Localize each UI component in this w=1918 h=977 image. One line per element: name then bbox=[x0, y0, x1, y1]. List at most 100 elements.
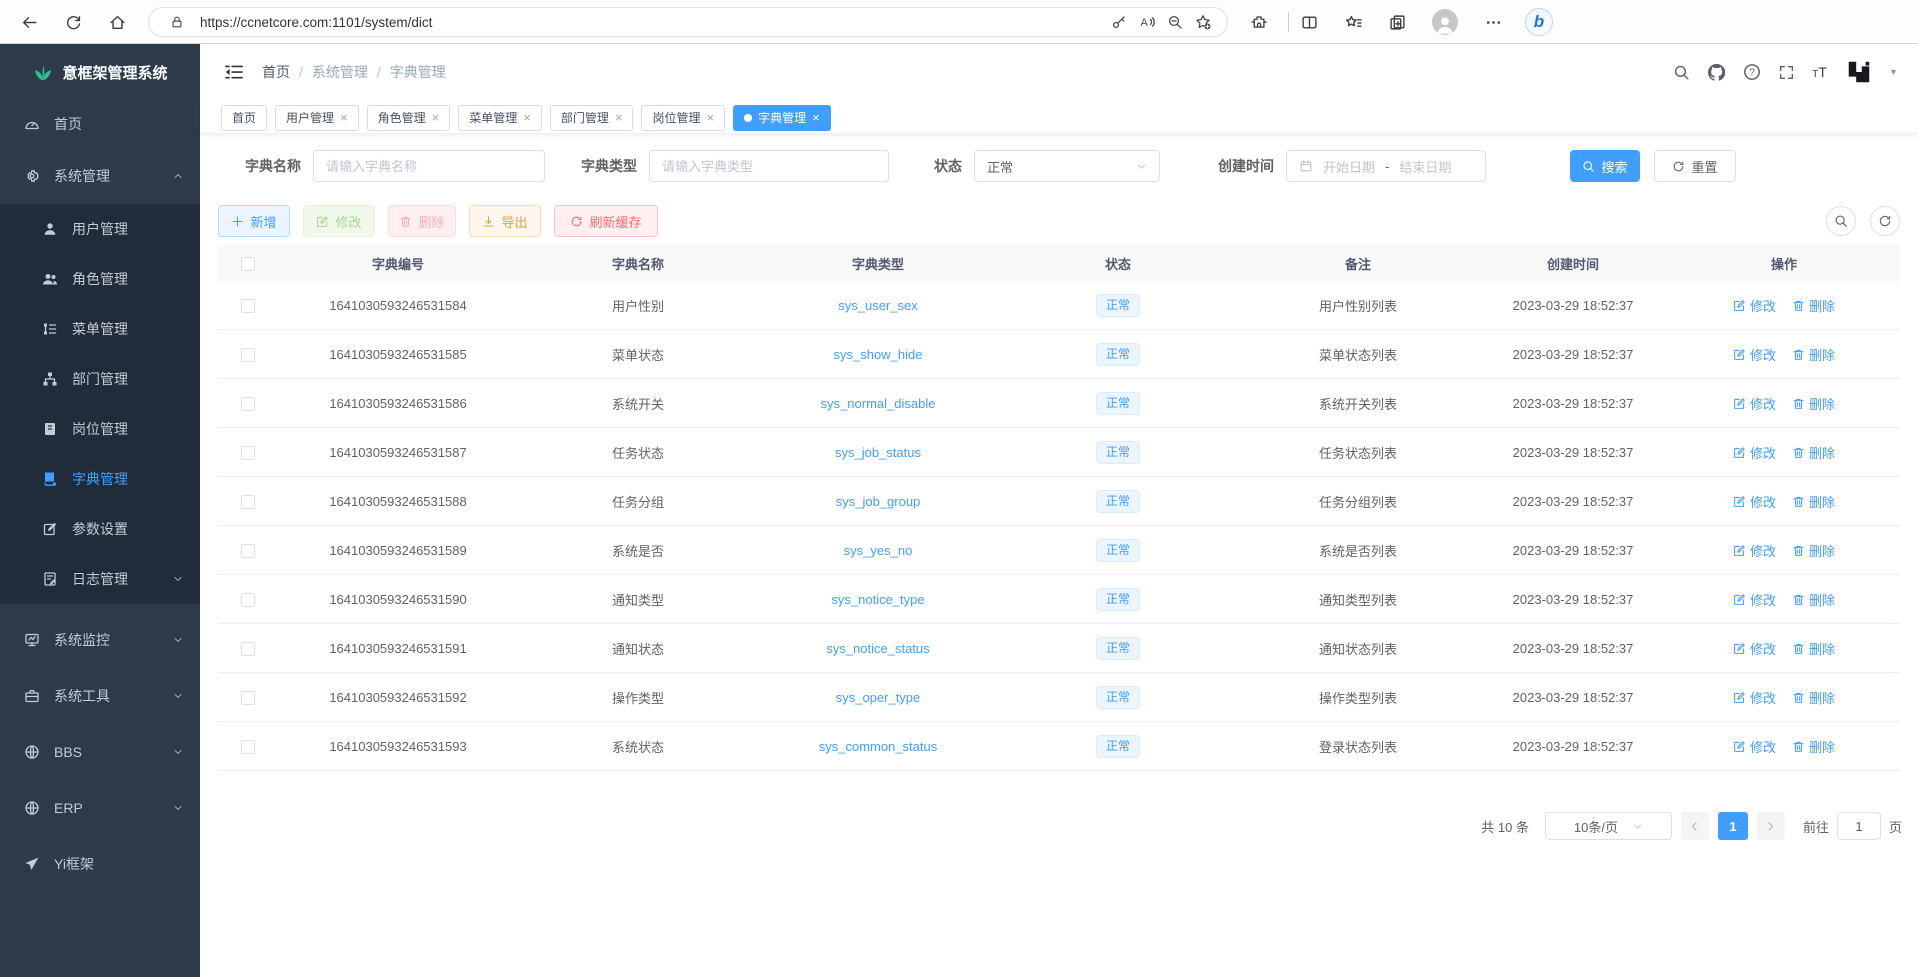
tab-close-icon[interactable]: × bbox=[432, 111, 440, 124]
row-checkbox[interactable] bbox=[241, 446, 255, 460]
toggle-search-button[interactable] bbox=[1826, 206, 1856, 236]
caret-down-icon[interactable]: ▾ bbox=[1891, 67, 1896, 78]
app-logo[interactable]: 意框架管理系统 bbox=[0, 44, 200, 100]
sidebar-fold-icon[interactable] bbox=[224, 62, 244, 82]
sidebar-item-dept-management[interactable]: 部门管理 bbox=[0, 354, 200, 404]
sidebar-item-system-tools[interactable]: 系统工具 bbox=[0, 668, 200, 724]
url-text[interactable]: https://ccnetcore.com:1101/system/dict bbox=[200, 15, 1105, 30]
add-button[interactable]: 新增 bbox=[218, 205, 290, 237]
prev-page-button[interactable] bbox=[1681, 812, 1709, 840]
row-edit-link[interactable]: 修改 bbox=[1733, 296, 1776, 315]
sidebar-item-system-management[interactable]: 系统管理 bbox=[0, 148, 200, 204]
status-select[interactable]: 正常 bbox=[974, 150, 1160, 182]
address-bar[interactable]: https://ccnetcore.com:1101/system/dict A bbox=[148, 7, 1228, 37]
dict-type-link[interactable]: sys_job_group bbox=[836, 494, 921, 509]
header-search-icon[interactable] bbox=[1673, 64, 1690, 81]
tab-角色管理[interactable]: 角色管理× bbox=[367, 105, 451, 131]
select-all-checkbox[interactable] bbox=[241, 257, 255, 271]
github-icon[interactable] bbox=[1707, 63, 1726, 82]
row-delete-link[interactable]: 删除 bbox=[1792, 737, 1835, 756]
dict-type-link[interactable]: sys_notice_type bbox=[831, 592, 924, 607]
row-checkbox[interactable] bbox=[241, 740, 255, 754]
font-size-icon[interactable]: TT bbox=[1812, 64, 1827, 80]
sidebar-item-system-monitor[interactable]: 系统监控 bbox=[0, 612, 200, 668]
read-aloud-icon[interactable]: A bbox=[1133, 8, 1161, 36]
sidebar-item-yi-framework[interactable]: Yi框架 bbox=[0, 836, 200, 892]
site-info-lock-icon[interactable] bbox=[163, 8, 191, 36]
row-checkbox[interactable] bbox=[241, 397, 255, 411]
sidebar-item-bbs[interactable]: BBS bbox=[0, 724, 200, 780]
breadcrumb-home[interactable]: 首页 bbox=[262, 62, 290, 82]
row-edit-link[interactable]: 修改 bbox=[1733, 590, 1776, 609]
row-delete-link[interactable]: 删除 bbox=[1792, 541, 1835, 560]
delete-button[interactable]: 删除 bbox=[388, 205, 456, 237]
reset-button[interactable]: 重置 bbox=[1654, 150, 1736, 182]
tab-菜单管理[interactable]: 菜单管理× bbox=[458, 105, 542, 131]
date-range-picker[interactable]: 开始日期 - 结束日期 bbox=[1286, 150, 1486, 182]
browser-more-menu-icon[interactable] bbox=[1476, 5, 1510, 39]
tab-close-icon[interactable]: × bbox=[615, 111, 623, 124]
dict-name-input[interactable] bbox=[326, 159, 532, 174]
dict-type-link[interactable]: sys_yes_no bbox=[844, 543, 913, 558]
help-icon[interactable]: ? bbox=[1743, 63, 1761, 81]
next-page-button[interactable] bbox=[1757, 812, 1785, 840]
tab-用户管理[interactable]: 用户管理× bbox=[275, 105, 359, 131]
user-logo-avatar[interactable] bbox=[1844, 57, 1874, 87]
current-page-button[interactable]: 1 bbox=[1718, 812, 1748, 840]
sidebar-item-home[interactable]: 首页 bbox=[0, 100, 200, 148]
tab-首页[interactable]: 首页 bbox=[221, 105, 267, 131]
row-delete-link[interactable]: 删除 bbox=[1792, 590, 1835, 609]
dict-type-link[interactable]: sys_show_hide bbox=[834, 347, 923, 362]
row-checkbox[interactable] bbox=[241, 348, 255, 362]
row-delete-link[interactable]: 删除 bbox=[1792, 639, 1835, 658]
dict-type-link[interactable]: sys_oper_type bbox=[836, 690, 921, 705]
row-delete-link[interactable]: 删除 bbox=[1792, 443, 1835, 462]
sidebar-item-post-management[interactable]: 岗位管理 bbox=[0, 404, 200, 454]
tab-close-icon[interactable]: × bbox=[340, 111, 348, 124]
goto-page-input[interactable] bbox=[1837, 812, 1881, 840]
bing-discover-icon[interactable]: b bbox=[1522, 5, 1556, 39]
sidebar-item-param-settings[interactable]: 参数设置 bbox=[0, 504, 200, 554]
add-favorite-star-icon[interactable] bbox=[1189, 8, 1217, 36]
dict-type-link[interactable]: sys_user_sex bbox=[838, 298, 917, 313]
favorites-bar-icon[interactable] bbox=[1336, 5, 1370, 39]
dict-type-input[interactable] bbox=[662, 159, 876, 174]
search-button[interactable]: 搜索 bbox=[1570, 150, 1640, 182]
browser-profile-avatar[interactable] bbox=[1428, 5, 1462, 39]
dict-type-link[interactable]: sys_job_status bbox=[835, 445, 921, 460]
row-edit-link[interactable]: 修改 bbox=[1733, 443, 1776, 462]
row-checkbox[interactable] bbox=[241, 691, 255, 705]
row-edit-link[interactable]: 修改 bbox=[1733, 345, 1776, 364]
row-edit-link[interactable]: 修改 bbox=[1733, 541, 1776, 560]
sidebar-item-role-management[interactable]: 角色管理 bbox=[0, 254, 200, 304]
tab-岗位管理[interactable]: 岗位管理× bbox=[641, 105, 725, 131]
sidebar-item-erp[interactable]: ERP bbox=[0, 780, 200, 836]
page-size-select[interactable]: 10条/页 bbox=[1545, 812, 1672, 840]
row-edit-link[interactable]: 修改 bbox=[1733, 737, 1776, 756]
row-edit-link[interactable]: 修改 bbox=[1733, 492, 1776, 511]
row-edit-link[interactable]: 修改 bbox=[1733, 394, 1776, 413]
password-key-icon[interactable] bbox=[1105, 8, 1133, 36]
row-delete-link[interactable]: 删除 bbox=[1792, 345, 1835, 364]
row-delete-link[interactable]: 删除 bbox=[1792, 492, 1835, 511]
row-delete-link[interactable]: 删除 bbox=[1792, 688, 1835, 707]
browser-home-button[interactable] bbox=[100, 5, 134, 39]
sidebar-item-menu-management[interactable]: 菜单管理 bbox=[0, 304, 200, 354]
dict-type-link[interactable]: sys_normal_disable bbox=[821, 396, 936, 411]
row-delete-link[interactable]: 删除 bbox=[1792, 394, 1835, 413]
collections-icon[interactable] bbox=[1380, 5, 1414, 39]
tab-字典管理[interactable]: 字典管理× bbox=[733, 105, 831, 131]
tab-close-icon[interactable]: × bbox=[706, 111, 714, 124]
sidebar-item-dict-management[interactable]: 字典管理 bbox=[0, 454, 200, 504]
row-checkbox[interactable] bbox=[241, 544, 255, 558]
browser-back-button[interactable] bbox=[12, 5, 46, 39]
row-delete-link[interactable]: 删除 bbox=[1792, 296, 1835, 315]
row-checkbox[interactable] bbox=[241, 593, 255, 607]
dict-type-link[interactable]: sys_notice_status bbox=[826, 641, 929, 656]
zoom-out-icon[interactable] bbox=[1161, 8, 1189, 36]
fullscreen-icon[interactable] bbox=[1778, 64, 1795, 81]
row-edit-link[interactable]: 修改 bbox=[1733, 639, 1776, 658]
tab-close-icon[interactable]: × bbox=[523, 111, 531, 124]
refresh-table-button[interactable] bbox=[1870, 206, 1900, 236]
sidebar-item-user-management[interactable]: 用户管理 bbox=[0, 204, 200, 254]
